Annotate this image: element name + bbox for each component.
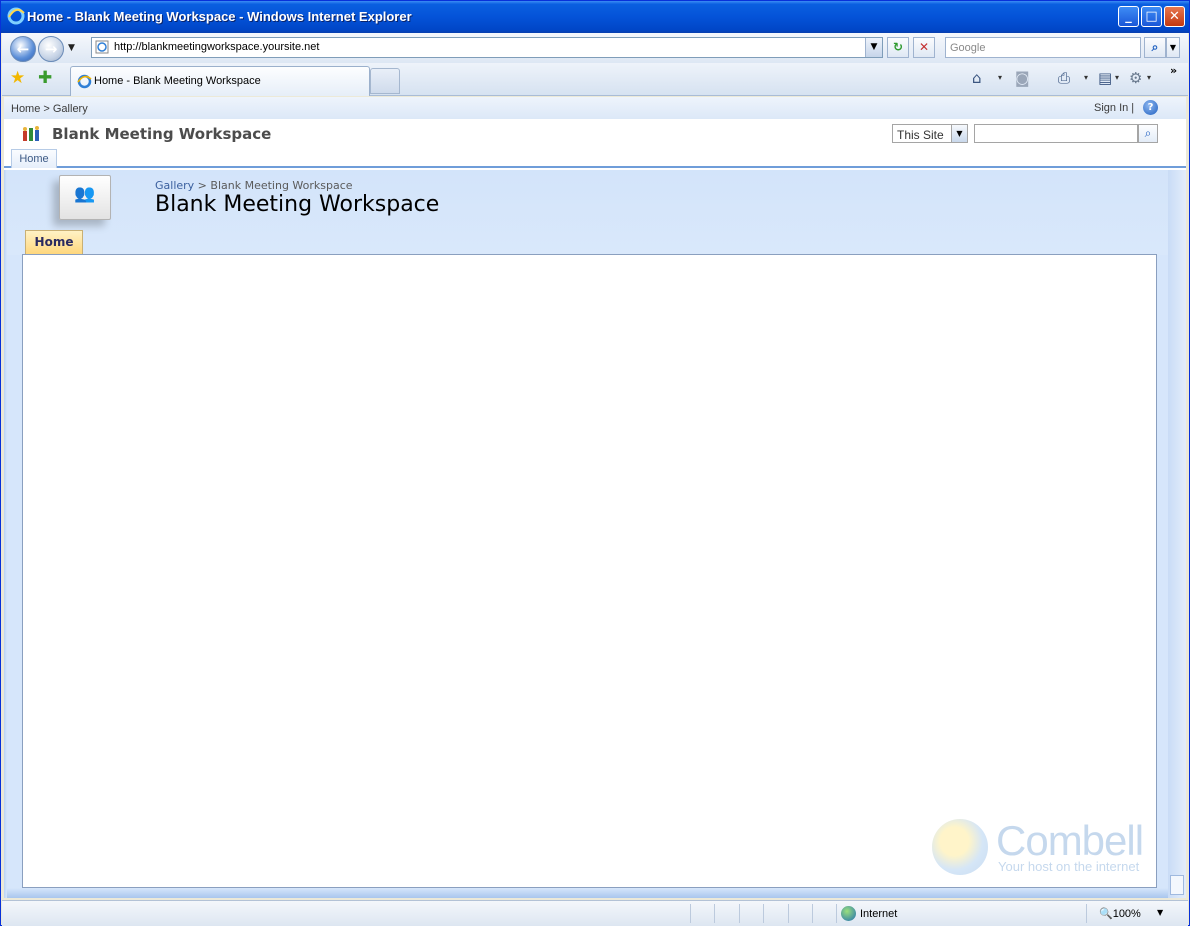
vertical-scrollbar[interactable] (1168, 170, 1186, 898)
home-dropdown[interactable]: ▾ (998, 73, 1002, 82)
tab-label: Home - Blank Meeting Workspace (94, 75, 261, 87)
window-title: Home - Blank Meeting Workspace - Windows… (27, 9, 412, 24)
tab-home[interactable]: Home (11, 149, 57, 168)
home-icon[interactable]: ⌂ (972, 69, 982, 87)
workspace-content (22, 254, 1157, 888)
recent-pages-dropdown[interactable]: ▼ (68, 43, 75, 53)
help-icon[interactable]: ? (1143, 100, 1158, 115)
back-button[interactable]: ← (10, 36, 36, 62)
forward-button[interactable]: → (38, 36, 64, 62)
tab-active[interactable]: Home - Blank Meeting Workspace (70, 66, 370, 96)
tools-dropdown[interactable]: ▾ (1147, 73, 1151, 82)
search-scope-select[interactable]: This Site ▼ (892, 124, 968, 143)
workspace-icon: 👥 (59, 175, 111, 220)
search-input[interactable]: Google (945, 37, 1141, 58)
address-dropdown[interactable]: ▼ (865, 38, 882, 57)
print-icon[interactable]: ⎙ (1058, 69, 1070, 87)
status-divider (812, 904, 813, 923)
combell-globe-icon (932, 819, 988, 875)
combell-watermark: Combell Your host on the internet (932, 817, 1152, 877)
page-dropdown[interactable]: ▾ (1115, 73, 1119, 82)
page-icon[interactable]: ▤ (1098, 69, 1112, 87)
workspace-footer-band (7, 888, 1168, 898)
sign-in-link[interactable]: Sign In | (1094, 102, 1134, 114)
meeting-people-icon: 👥 (74, 184, 96, 204)
breadcrumb-current: > Blank Meeting Workspace (194, 179, 353, 192)
site-header: Blank Meeting Workspace This Site ▼ ⌕ (4, 119, 1186, 148)
site-search-input[interactable] (974, 124, 1138, 143)
refresh-button[interactable]: ↻ (887, 37, 909, 58)
browser-window: Home - Blank Meeting Workspace - Windows… (0, 0, 1190, 926)
tab-bar: ★ ✚ Home - Blank Meeting Workspace ⌂ ▾ ◙… (2, 63, 1188, 96)
maximize-button[interactable]: □ (1141, 6, 1162, 27)
internet-zone-icon[interactable] (841, 906, 856, 921)
favorites-center-icon[interactable]: ★ (10, 68, 25, 88)
site-title[interactable]: Blank Meeting Workspace (52, 125, 271, 143)
search-options-dropdown[interactable]: ▼ (1166, 37, 1180, 58)
tab-ie-icon (77, 74, 92, 89)
internet-explorer-icon (7, 7, 25, 25)
address-bar[interactable]: http://blankmeetingworkspace.yoursite.ne… (91, 37, 883, 58)
add-to-favorites-icon[interactable]: ✚ (38, 68, 52, 88)
status-divider (690, 904, 691, 923)
status-divider (763, 904, 764, 923)
workspace-banner: 👥 Gallery > Blank Meeting Workspace Blan… (7, 170, 1168, 255)
print-dropdown[interactable]: ▾ (1084, 73, 1088, 82)
security-zone-label[interactable]: Internet (860, 908, 897, 920)
minimize-button[interactable]: _ (1118, 6, 1139, 27)
zoom-level[interactable]: 🔍100% (1099, 907, 1141, 920)
url-text[interactable]: http://blankmeetingworkspace.yoursite.ne… (114, 41, 319, 53)
new-tab-button[interactable] (370, 68, 400, 94)
chevron-down-icon: ▼ (951, 125, 967, 142)
status-divider (836, 904, 837, 923)
status-divider (714, 904, 715, 923)
status-divider (1086, 904, 1087, 923)
workspace-tab-home[interactable]: Home (25, 230, 83, 254)
search-placeholder: Google (950, 42, 986, 54)
title-bar[interactable]: Home - Blank Meeting Workspace - Windows… (1, 1, 1189, 33)
global-breadcrumb[interactable]: Home > Gallery (11, 103, 88, 115)
status-bar: Internet 🔍100% ▼ (2, 900, 1188, 926)
watermark-brand: Combell (996, 817, 1144, 864)
breadcrumb-gallery-link[interactable]: Gallery (155, 179, 194, 192)
status-divider (788, 904, 789, 923)
sharepoint-global-bar: Home > Gallery Sign In | ? (4, 97, 1186, 119)
feeds-icon[interactable]: ◙ (1015, 69, 1030, 87)
top-navigation: Home (4, 148, 1186, 168)
zoom-dropdown[interactable]: ▼ (1157, 908, 1163, 917)
search-scope-value: This Site (897, 128, 944, 142)
workspace-breadcrumb: Gallery > Blank Meeting Workspace (155, 179, 353, 192)
tools-icon[interactable]: ⚙ (1129, 69, 1142, 87)
ie-page-icon (95, 40, 109, 54)
page-title: Blank Meeting Workspace (155, 192, 440, 217)
stop-button[interactable]: ✕ (913, 37, 935, 58)
scrollbar-thumb[interactable] (1170, 875, 1184, 895)
site-logo-icon (23, 126, 39, 141)
watermark-tagline: Your host on the internet (998, 859, 1140, 874)
site-search-go-button[interactable]: ⌕ (1138, 124, 1158, 143)
status-divider (739, 904, 740, 923)
meeting-workspace-area: 👥 Gallery > Blank Meeting Workspace Blan… (4, 170, 1168, 898)
more-commands-chevron[interactable]: » (1170, 64, 1177, 77)
navigation-bar: ← → ▼ http://blankmeetingworkspace.yours… (2, 33, 1188, 63)
close-button[interactable]: ✕ (1164, 6, 1185, 27)
search-button[interactable]: ⌕ (1144, 37, 1166, 58)
page-viewport: Home > Gallery Sign In | ? Blank Meeting… (4, 97, 1186, 898)
